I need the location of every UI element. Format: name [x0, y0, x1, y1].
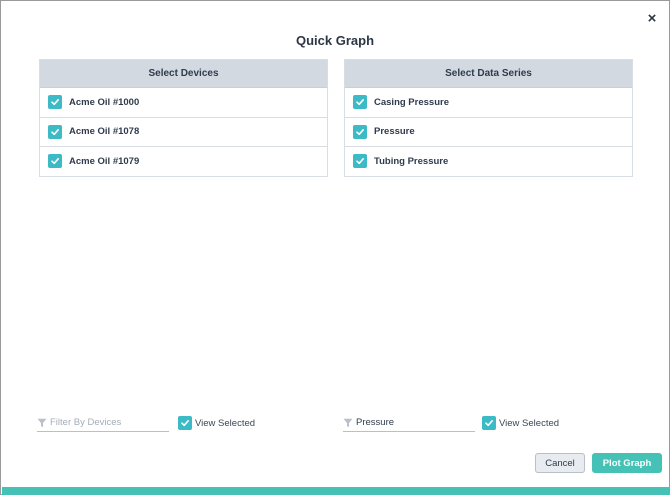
- series-view-selected[interactable]: View Selected: [482, 416, 559, 430]
- funnel-icon: [37, 418, 47, 427]
- device-label: Acme Oil #1078: [69, 126, 140, 138]
- funnel-icon: [343, 418, 353, 427]
- data-series-panel-header: Select Data Series: [345, 60, 632, 88]
- device-label: Acme Oil #1079: [69, 155, 140, 167]
- series-row[interactable]: Tubing Pressure: [345, 147, 632, 177]
- series-row[interactable]: Pressure: [345, 118, 632, 147]
- device-filter: [37, 414, 169, 432]
- devices-panel: Select Devices Acme Oil #1000 Acme Oil #…: [39, 59, 328, 177]
- devices-panel-header: Select Devices: [40, 60, 327, 88]
- data-series-panel: Select Data Series Casing Pressure Press…: [344, 59, 633, 177]
- series-filter-input[interactable]: [356, 417, 471, 428]
- device-row[interactable]: Acme Oil #1000: [40, 88, 327, 118]
- device-row[interactable]: Acme Oil #1078: [40, 118, 327, 147]
- plot-graph-button[interactable]: Plot Graph: [592, 453, 662, 473]
- series-row[interactable]: Casing Pressure: [345, 88, 632, 118]
- device-filter-input[interactable]: [50, 417, 165, 428]
- bottom-accent-bar: [2, 487, 670, 495]
- checkbox-checked-icon[interactable]: [48, 124, 62, 139]
- dialog-title: Quick Graph: [295, 33, 375, 48]
- checkbox-checked-icon[interactable]: [353, 95, 367, 110]
- cancel-button[interactable]: Cancel: [535, 453, 585, 473]
- checkbox-checked-icon[interactable]: [353, 154, 367, 169]
- series-filter: [343, 414, 475, 432]
- view-selected-label: View Selected: [499, 417, 560, 429]
- checkbox-checked-icon[interactable]: [353, 124, 367, 139]
- checkbox-checked-icon[interactable]: [48, 154, 62, 169]
- quick-graph-dialog: × Quick Graph Select Devices Acme Oil #1…: [0, 0, 670, 495]
- device-row[interactable]: Acme Oil #1079: [40, 147, 327, 177]
- device-label: Acme Oil #1000: [69, 96, 140, 108]
- checkbox-checked-icon[interactable]: [482, 416, 496, 430]
- series-label: Tubing Pressure: [374, 155, 449, 167]
- series-label: Pressure: [374, 126, 415, 138]
- close-icon[interactable]: ×: [645, 11, 659, 26]
- checkbox-checked-icon[interactable]: [48, 95, 62, 110]
- devices-view-selected[interactable]: View Selected: [178, 416, 255, 430]
- view-selected-label: View Selected: [195, 417, 256, 429]
- checkbox-checked-icon[interactable]: [178, 416, 192, 430]
- series-label: Casing Pressure: [374, 96, 449, 108]
